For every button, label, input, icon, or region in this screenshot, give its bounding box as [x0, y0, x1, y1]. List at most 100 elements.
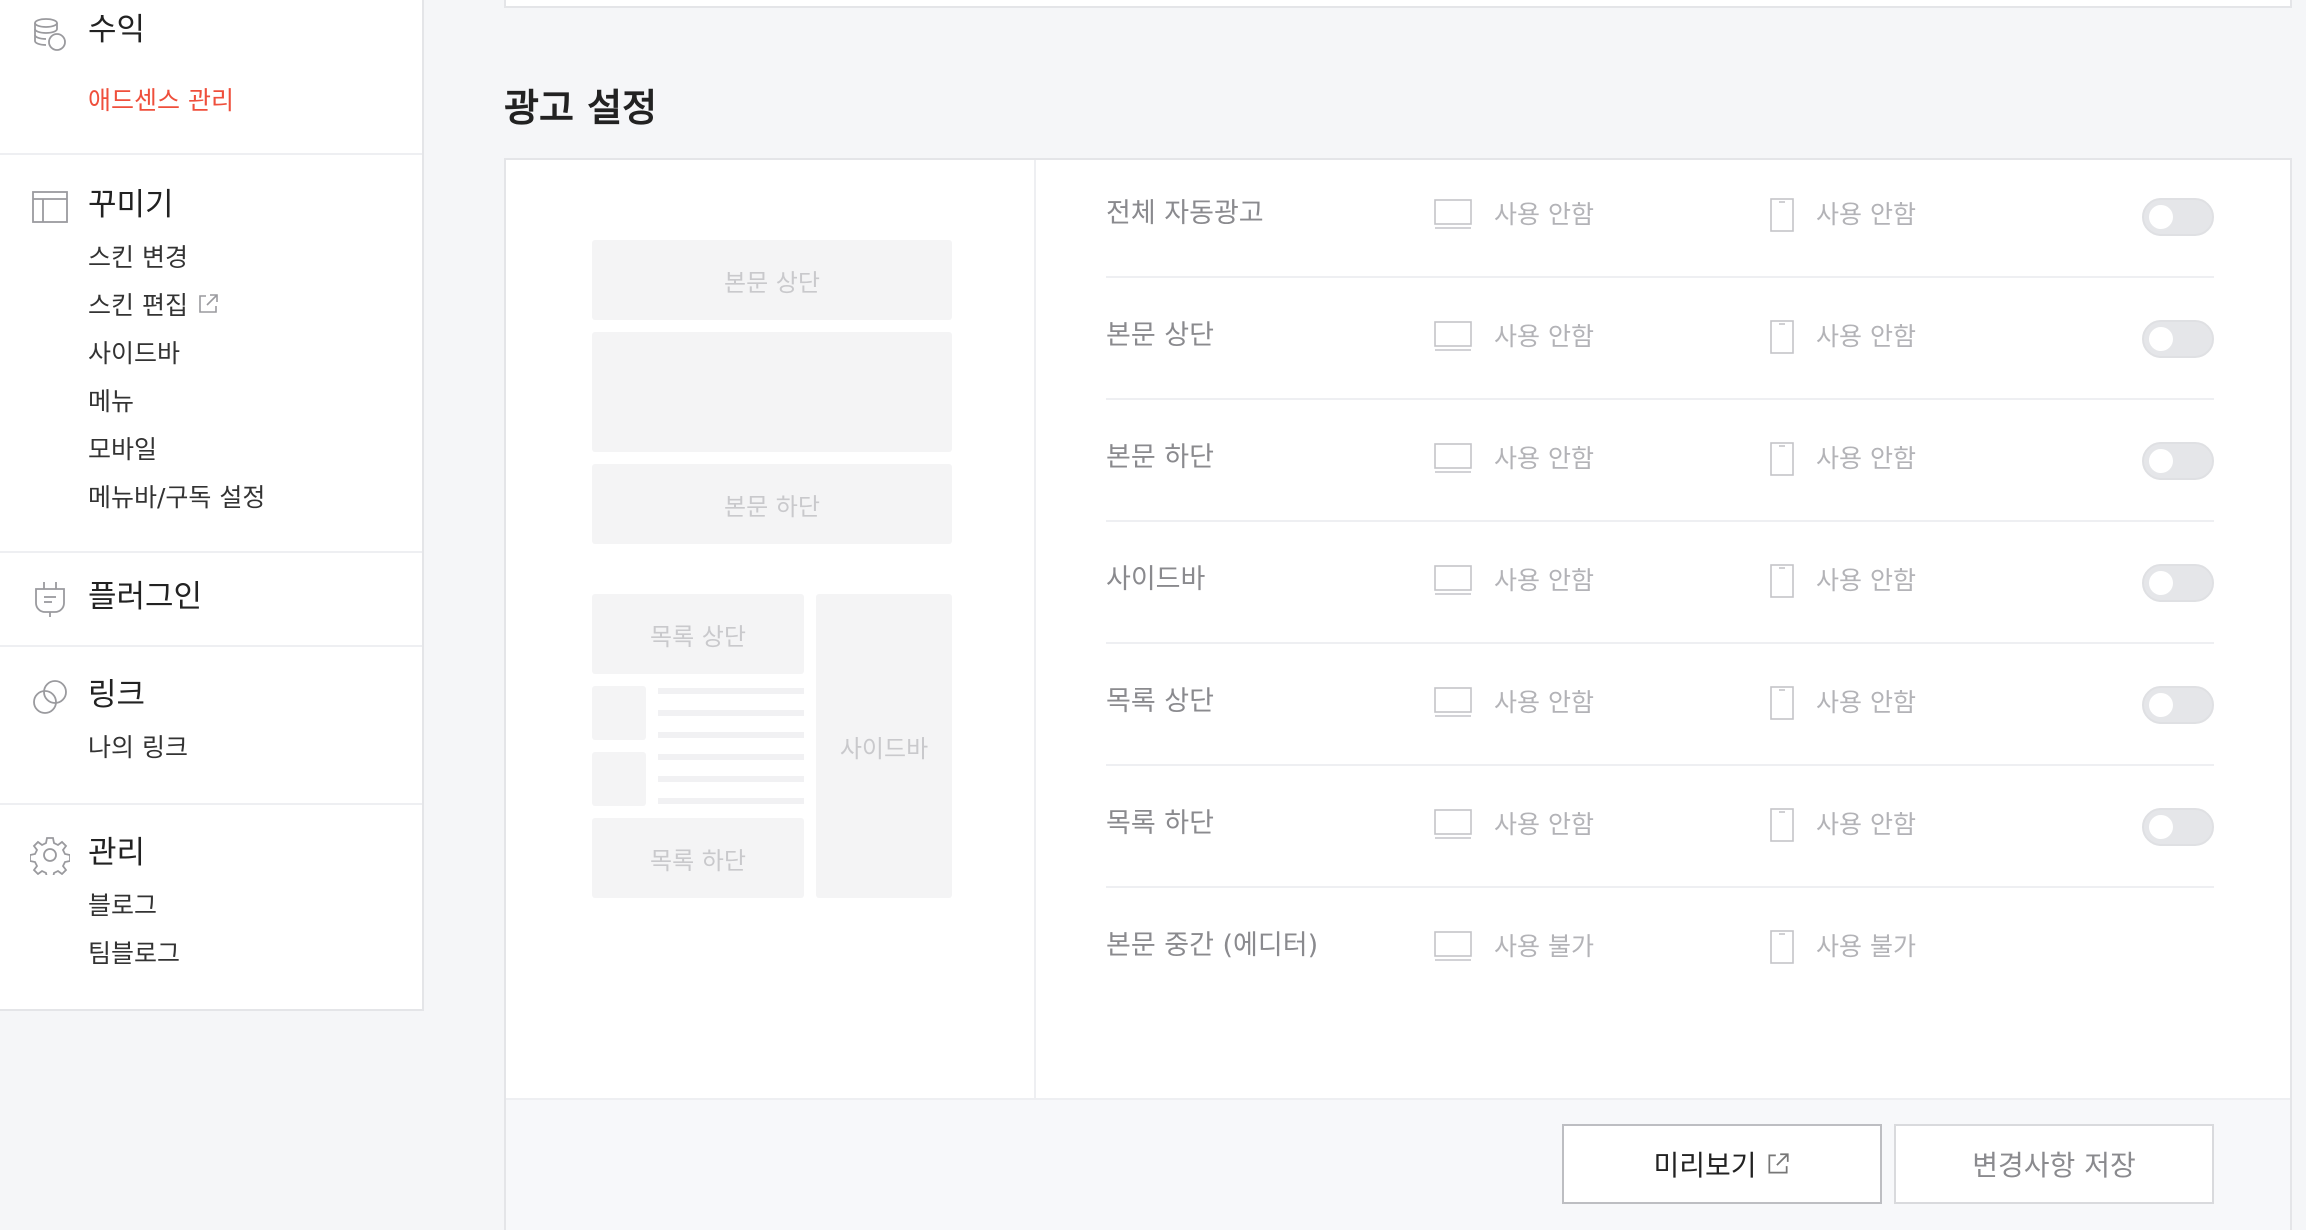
- pc-status[interactable]: 사용 안함: [1434, 198, 1594, 232]
- link-icon: [30, 677, 70, 717]
- ad-row-label: 목록 상단: [1106, 686, 1214, 717]
- preview-body-content: [592, 332, 952, 452]
- preview-list-line: [658, 732, 804, 738]
- pc-status-text: 사용 안함: [1494, 566, 1594, 595]
- preview-list-line: [658, 754, 804, 760]
- layout-icon: [30, 187, 70, 227]
- sidebar-item-mobile[interactable]: 모바일: [88, 433, 157, 467]
- sidebar-item-skin-change[interactable]: 스킨 변경: [88, 241, 188, 275]
- mobile-status[interactable]: 사용 안함: [1770, 808, 1916, 842]
- ad-row-auto: 전체 자동광고 사용 안함 사용 안함: [1106, 156, 2214, 278]
- pc-status[interactable]: 사용 안함: [1434, 442, 1594, 476]
- sidebar-title-plugin[interactable]: 플러그인: [88, 577, 202, 617]
- panel-divider: [1034, 160, 1036, 1098]
- mobile-status[interactable]: 사용 안함: [1770, 320, 1916, 354]
- sidebar-section-design: 꾸미기 스킨 변경 스킨 편집 사이드바 메뉴 모바일 메뉴바/구독 설정: [0, 155, 422, 551]
- preview-list-line: [658, 688, 804, 694]
- pc-status-text: 사용 안함: [1494, 688, 1594, 717]
- sidebar-item-adsense[interactable]: 애드센스 관리: [88, 84, 234, 118]
- pc-status[interactable]: 사용 안함: [1434, 808, 1594, 842]
- ad-toggle[interactable]: [2142, 442, 2214, 480]
- pc-status: 사용 불가: [1434, 930, 1594, 964]
- sidebar-title-manage[interactable]: 관리: [88, 833, 145, 873]
- mobile-status[interactable]: 사용 안함: [1770, 442, 1916, 476]
- sidebar-title-link[interactable]: 링크: [88, 675, 145, 715]
- mobile-icon: [1770, 808, 1794, 842]
- ad-toggle[interactable]: [2142, 808, 2214, 846]
- sidebar-item-skin-edit[interactable]: 스킨 편집: [88, 289, 220, 323]
- preview-list-line: [658, 798, 804, 804]
- preview-list-top: 목록 상단: [592, 594, 804, 674]
- mobile-status[interactable]: 사용 안함: [1770, 564, 1916, 598]
- desktop-icon: [1434, 931, 1472, 961]
- pc-status-text: 사용 불가: [1494, 932, 1594, 961]
- desktop-icon: [1434, 199, 1472, 229]
- pc-status[interactable]: 사용 안함: [1434, 686, 1594, 720]
- app: 수익 애드센스 관리 꾸미기 스킨 변경 스킨 편집 사이드바 메뉴 모바일 메…: [0, 0, 2306, 1230]
- mobile-status[interactable]: 사용 안함: [1770, 198, 1916, 232]
- sidebar-section-plugin: 플러그인: [0, 553, 422, 645]
- desktop-icon: [1434, 443, 1472, 473]
- sidebar-section-revenue: 수익 애드센스 관리: [0, 0, 422, 154]
- preview-body-top: 본문 상단: [592, 240, 952, 320]
- mobile-icon: [1770, 564, 1794, 598]
- pc-status-text: 사용 안함: [1494, 444, 1594, 473]
- ad-row-body-bottom: 본문 하단 사용 안함 사용 안함: [1106, 400, 2214, 522]
- sidebar-item-my-link[interactable]: 나의 링크: [88, 731, 188, 765]
- sidebar-section-manage: 관리 블로그 팀블로그: [0, 805, 422, 1009]
- sidebar-item-team-blog[interactable]: 팀블로그: [88, 937, 180, 971]
- ad-row-list-bottom: 목록 하단 사용 안함 사용 안함: [1106, 766, 2214, 888]
- toggle-knob: [2149, 693, 2173, 717]
- ad-settings-panel: 본문 상단 본문 하단 목록 상단 목록 하단 사이드바 전체 자동광고 사용 …: [504, 158, 2292, 1230]
- ad-row-label: 전체 자동광고: [1106, 198, 1264, 229]
- ad-toggle[interactable]: [2142, 320, 2214, 358]
- page-title: 광고 설정: [504, 86, 658, 130]
- save-changes-button[interactable]: 변경사항 저장: [1894, 1124, 2214, 1204]
- desktop-icon: [1434, 321, 1472, 351]
- mobile-status-text: 사용 안함: [1816, 444, 1916, 473]
- sidebar-item-blog[interactable]: 블로그: [88, 889, 157, 923]
- mobile-status-text: 사용 안함: [1816, 200, 1916, 229]
- desktop-icon: [1434, 565, 1472, 595]
- sidebar-item-menu[interactable]: 메뉴: [88, 385, 134, 419]
- pc-status-text: 사용 안함: [1494, 810, 1594, 839]
- plug-icon: [30, 579, 70, 619]
- mobile-status[interactable]: 사용 안함: [1770, 686, 1916, 720]
- toggle-knob: [2149, 449, 2173, 473]
- external-link-icon: [1765, 1151, 1791, 1177]
- sidebar-title-revenue[interactable]: 수익: [88, 10, 145, 50]
- preview-button[interactable]: 미리보기: [1562, 1124, 1882, 1204]
- ad-row-body-top: 본문 상단 사용 안함 사용 안함: [1106, 278, 2214, 400]
- ad-row-sidebar: 사이드바 사용 안함 사용 안함: [1106, 522, 2214, 644]
- gear-icon: [30, 835, 70, 875]
- pc-status[interactable]: 사용 안함: [1434, 564, 1594, 598]
- pc-status[interactable]: 사용 안함: [1434, 320, 1594, 354]
- previous-card: [504, 0, 2292, 8]
- desktop-icon: [1434, 687, 1472, 717]
- sidebar-item-sidebar[interactable]: 사이드바: [88, 337, 180, 371]
- toggle-knob: [2149, 327, 2173, 351]
- preview-list-bottom: 목록 하단: [592, 818, 804, 898]
- preview-list-thumb: [592, 686, 646, 740]
- preview-body-bottom: 본문 하단: [592, 464, 952, 544]
- mobile-status-text: 사용 안함: [1816, 810, 1916, 839]
- sidebar-section-link: 링크 나의 링크: [0, 647, 422, 803]
- mobile-status-text: 사용 안함: [1816, 322, 1916, 351]
- ad-toggle[interactable]: [2142, 686, 2214, 724]
- coins-icon: [30, 14, 70, 54]
- ad-row-label: 사이드바: [1106, 564, 1206, 595]
- mobile-status-text: 사용 안함: [1816, 566, 1916, 595]
- sidebar-title-design[interactable]: 꾸미기: [88, 185, 174, 225]
- ad-row-label: 본문 중간 (에디터): [1106, 930, 1319, 961]
- ad-row-list-top: 목록 상단 사용 안함 사용 안함: [1106, 644, 2214, 766]
- sidebar-item-menubar[interactable]: 메뉴바/구독 설정: [88, 481, 265, 515]
- mobile-icon: [1770, 320, 1794, 354]
- mobile-status-text: 사용 불가: [1816, 932, 1916, 961]
- ad-toggle[interactable]: [2142, 564, 2214, 602]
- mobile-icon: [1770, 198, 1794, 232]
- preview-sidebar: 사이드바: [816, 594, 952, 898]
- ad-toggle[interactable]: [2142, 198, 2214, 236]
- sidebar: 수익 애드센스 관리 꾸미기 스킨 변경 스킨 편집 사이드바 메뉴 모바일 메…: [0, 0, 424, 1011]
- mobile-icon: [1770, 442, 1794, 476]
- preview-list-line: [658, 710, 804, 716]
